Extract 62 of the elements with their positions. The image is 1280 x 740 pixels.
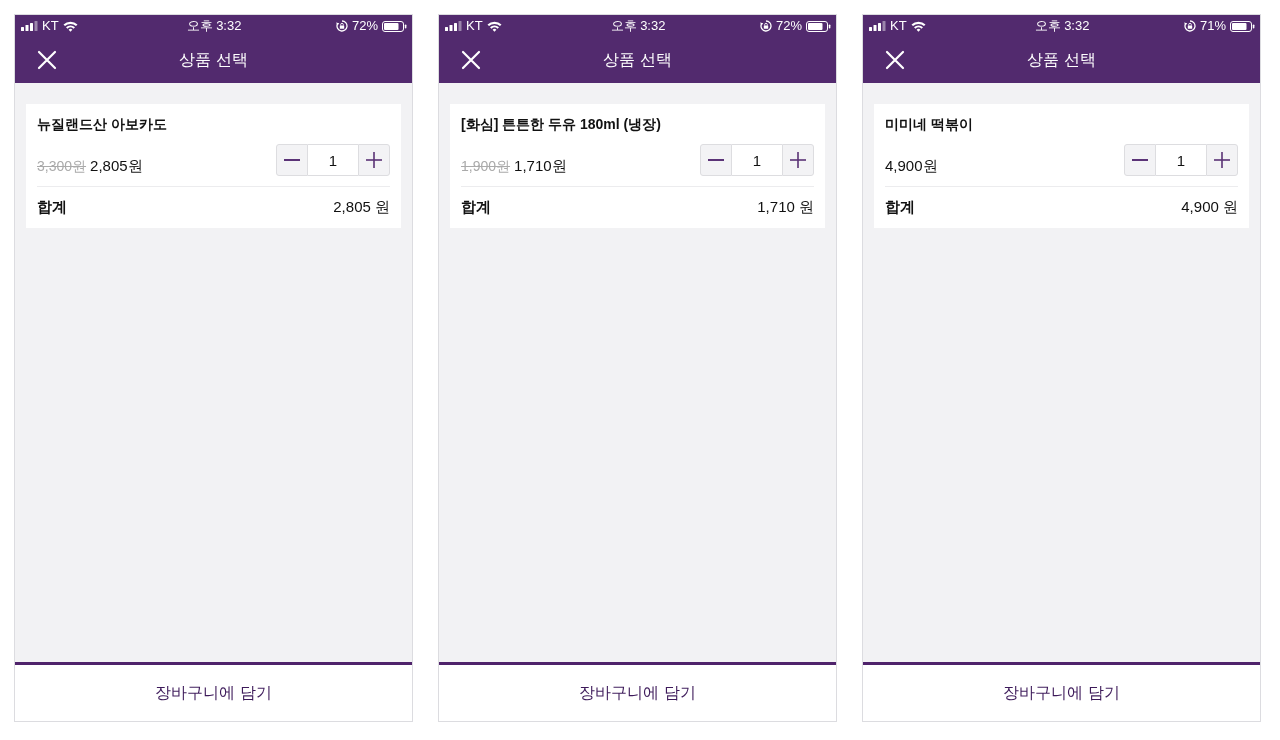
total-label: 합계 — [37, 197, 67, 217]
rotation-lock-icon — [1183, 20, 1196, 32]
sale-price: 4,900원 — [885, 156, 938, 176]
total-amount: 4,900 원 — [1181, 197, 1238, 217]
increase-button[interactable] — [782, 144, 814, 176]
wifi-icon — [62, 20, 78, 32]
increase-button[interactable] — [1206, 144, 1238, 176]
signal-icon — [445, 21, 462, 31]
decrease-button[interactable] — [700, 144, 732, 176]
plus-icon — [366, 152, 382, 168]
battery-percent: 72% — [775, 17, 802, 36]
add-to-cart-button[interactable]: 장바구니에 담기 — [15, 665, 412, 721]
page-title: 상품 선택 — [602, 50, 673, 70]
total-amount: 2,805 원 — [333, 197, 390, 217]
add-to-cart-button[interactable]: 장바구니에 담기 — [439, 665, 836, 721]
plus-icon — [790, 152, 806, 168]
minus-icon — [284, 159, 300, 161]
carrier-label: KT — [42, 17, 59, 36]
page-title: 상품 선택 — [178, 50, 249, 70]
sale-price: 2,805원 — [90, 156, 143, 176]
rotation-lock-icon — [335, 20, 348, 32]
signal-icon — [21, 21, 38, 31]
page-title: 상품 선택 — [1026, 50, 1097, 70]
battery-icon — [382, 20, 407, 32]
original-price: 1,900원 — [461, 157, 511, 176]
close-icon — [885, 50, 905, 70]
sale-price: 1,710원 — [514, 156, 567, 176]
quantity-field[interactable]: 1 — [308, 144, 358, 176]
close-button[interactable] — [885, 50, 905, 70]
carrier-label: KT — [890, 17, 907, 36]
wifi-icon — [486, 20, 502, 32]
signal-icon — [869, 21, 886, 31]
add-to-cart-button[interactable]: 장바구니에 담기 — [863, 665, 1260, 721]
close-icon — [37, 50, 57, 70]
total-amount: 1,710 원 — [757, 197, 814, 217]
product-name: 미미네 떡볶이 — [885, 115, 974, 134]
status-time: 오후 3:32 — [610, 17, 666, 36]
close-button[interactable] — [461, 50, 481, 70]
rotation-lock-icon — [759, 20, 772, 32]
status-time: 오후 3:32 — [186, 17, 242, 36]
battery-percent: 71% — [1199, 17, 1226, 36]
total-label: 합계 — [885, 197, 915, 217]
quantity-field[interactable]: 1 — [1156, 144, 1206, 176]
plus-icon — [1214, 152, 1230, 168]
close-button[interactable] — [37, 50, 57, 70]
product-name: 뉴질랜드산 아보카도 — [37, 115, 168, 134]
wifi-icon — [910, 20, 926, 32]
battery-icon — [806, 20, 831, 32]
decrease-button[interactable] — [276, 144, 308, 176]
product-name: [화심] 튼튼한 두유 180ml (냉장) — [461, 115, 662, 134]
battery-icon — [1230, 20, 1255, 32]
total-label: 합계 — [461, 197, 491, 217]
original-price: 3,300원 — [37, 157, 87, 176]
minus-icon — [708, 159, 724, 161]
quantity-field[interactable]: 1 — [732, 144, 782, 176]
decrease-button[interactable] — [1124, 144, 1156, 176]
minus-icon — [1132, 159, 1148, 161]
status-time: 오후 3:32 — [1034, 17, 1090, 36]
increase-button[interactable] — [358, 144, 390, 176]
battery-percent: 72% — [351, 17, 378, 36]
close-icon — [461, 50, 481, 70]
carrier-label: KT — [466, 17, 483, 36]
